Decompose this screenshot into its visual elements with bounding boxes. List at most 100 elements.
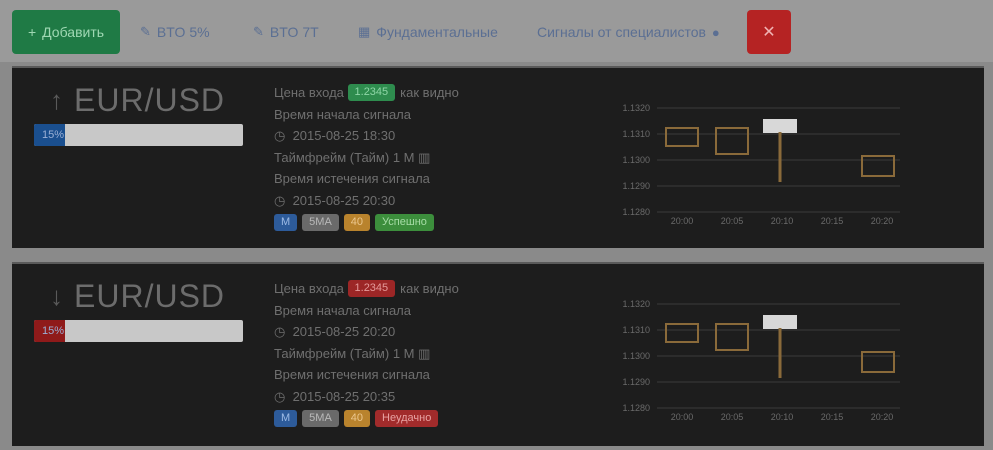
close-time-row: ◷ 2015-08-25 20:35 <box>274 386 459 408</box>
signal-progress-label: 15% <box>42 325 65 337</box>
plus-icon: + <box>27 24 37 40</box>
signal-progress-bar: 15% <box>34 320 243 342</box>
toolbar-link-bto7t[interactable]: ✎ BTO 7T <box>253 10 319 54</box>
pair-title: ↓ EUR/USD <box>50 278 225 315</box>
candle <box>715 323 749 351</box>
open-time: 2015-08-25 18:30 <box>292 128 396 143</box>
open-label: Время начала сигнала <box>274 302 412 318</box>
x-tick-label: 20:15 <box>821 412 844 422</box>
price-chart: 1.1320 1.1310 1.1300 1.1290 1.1280 20:00 20:05… <box>622 103 900 226</box>
price-badge: 1.2345 <box>347 280 396 298</box>
x-tick-label: 20:15 <box>821 216 844 226</box>
price-row: Цена входа 1.2345 как видно <box>274 278 459 300</box>
close-time-row: ◷ 2015-08-25 20:30 <box>274 190 459 212</box>
signal-tag: M <box>274 410 298 427</box>
y-tick-label: 1.1280 <box>622 207 650 217</box>
x-tick-label: 20:05 <box>721 412 744 422</box>
candle <box>715 127 749 155</box>
x-tick-label: 20:00 <box>671 216 694 226</box>
toolbar: + Добавить ✎ BTO 5% ✎ BTO 7T ▦ Фундамент… <box>0 0 993 62</box>
y-tick-label: 1.1310 <box>622 325 650 335</box>
pair-label: EUR/USD <box>74 82 226 118</box>
close-label: Время истечения сигнала <box>274 367 430 382</box>
toolbar-link-specialists[interactable]: Сигналы от специалистов ● <box>537 10 720 54</box>
candle <box>861 155 895 177</box>
add-button[interactable]: + Добавить <box>12 10 120 54</box>
info-icon: ● <box>711 24 720 40</box>
open-label: Время начала сигнала <box>274 106 412 122</box>
close-time: 2015-08-25 20:35 <box>292 388 396 404</box>
price-note: как видно <box>400 85 459 100</box>
calendar-icon: ▦ <box>358 24 371 39</box>
signal-progress-fill: 15% <box>34 124 66 146</box>
timeframe-label: Таймфрейм (Тайм) <box>274 149 390 165</box>
toolbar-link-fundamental[interactable]: ▦ Фундаментальные <box>358 10 498 54</box>
clock-icon: ◷ <box>274 192 293 208</box>
price-badge: 1.2345 <box>347 84 396 102</box>
price-label: Цена входа <box>274 85 344 100</box>
candle <box>665 127 699 147</box>
price-label: Цена входа <box>274 281 344 296</box>
close-icon: ✕ <box>762 24 776 41</box>
timeframe-row: Таймфрейм (Тайм) 1 М ▥ <box>274 147 459 169</box>
arrow-down-icon: ↓ <box>50 281 64 311</box>
price-row: Цена входа 1.2345 как видно <box>274 82 459 104</box>
toolbar-link-label: BTO 5% <box>156 24 210 40</box>
pair-label: EUR/USD <box>74 278 226 314</box>
signal-tag: Успешно <box>375 214 434 231</box>
toolbar-link-bto5[interactable]: ✎ BTO 5% <box>140 10 210 54</box>
price-chart: 1.1320 1.1310 1.1300 1.1290 1.1280 20:00 20:05… <box>622 299 900 422</box>
signal-tags: M 5MA 40 Успешно <box>274 214 459 231</box>
signal-tag: Неудачно <box>375 410 439 427</box>
signal-progress-fill: 15% <box>34 320 66 342</box>
close-time: 2015-08-25 20:30 <box>292 192 396 208</box>
signal-tag: 5MA <box>302 214 339 231</box>
pencil-icon: ✎ <box>140 24 151 39</box>
signal-progress-bar: 15% <box>34 124 243 146</box>
y-tick-label: 1.1290 <box>622 181 650 191</box>
toolbar-link-label: BTO 7T <box>269 24 319 40</box>
y-tick-label: 1.1300 <box>622 155 650 165</box>
arrow-up-icon: ↑ <box>50 85 64 115</box>
chart-icon: ▥ <box>418 149 431 165</box>
y-tick-label: 1.1300 <box>622 351 650 361</box>
pencil-icon: ✎ <box>253 24 264 39</box>
toolbar-link-label: Фундаментальные <box>376 24 498 40</box>
card-separator <box>0 248 993 262</box>
add-button-label: Добавить <box>42 24 105 40</box>
signal-info: Цена входа 1.2345 как видно Время начала… <box>274 82 459 231</box>
chart-icon: ▥ <box>418 345 431 361</box>
candle <box>763 119 797 133</box>
toolbar-link-label: Сигналы от специалистов <box>537 24 706 40</box>
signal-tag: 40 <box>343 410 371 427</box>
signal-card: ↓ EUR/USD 15% Цена входа 1.2345 как видн… <box>12 262 984 446</box>
open-time: 2015-08-25 20:20 <box>292 324 396 339</box>
clock-icon: ◷ <box>274 128 293 143</box>
x-tick-label: 20:20 <box>871 412 894 422</box>
clock-icon: ◷ <box>274 324 293 339</box>
pair-title: ↑ EUR/USD <box>50 82 225 119</box>
candle <box>665 323 699 343</box>
signal-progress-label: 15% <box>42 129 65 141</box>
x-tick-label: 20:10 <box>771 412 794 422</box>
signal-info: Цена входа 1.2345 как видно Время начала… <box>274 278 459 427</box>
y-tick-label: 1.1290 <box>622 377 650 387</box>
signal-tag: 40 <box>343 214 371 231</box>
timeframe-value: 1 М <box>392 149 415 165</box>
x-tick-label: 20:05 <box>721 216 744 226</box>
signal-tags: M 5MA 40 Неудачно <box>274 410 459 427</box>
open-time-row: ◷ 2015-08-25 20:20 <box>274 321 459 343</box>
x-tick-label: 20:00 <box>671 412 694 422</box>
timeframe-row: Таймфрейм (Тайм) 1 М ▥ <box>274 343 459 365</box>
signal-tag: M <box>274 214 298 231</box>
y-tick-label: 1.1320 <box>622 103 650 113</box>
signal-card: ↑ EUR/USD 15% Цена входа 1.2345 как видн… <box>12 66 984 250</box>
clock-icon: ◷ <box>274 388 293 404</box>
open-time-row: ◷ 2015-08-25 18:30 <box>274 125 459 147</box>
signal-tag: 5MA <box>302 410 339 427</box>
x-tick-label: 20:20 <box>871 216 894 226</box>
x-tick-label: 20:10 <box>771 216 794 226</box>
close-button[interactable]: ✕ <box>747 10 791 54</box>
y-tick-label: 1.1320 <box>622 299 650 309</box>
timeframe-label: Таймфрейм (Тайм) <box>274 345 390 361</box>
